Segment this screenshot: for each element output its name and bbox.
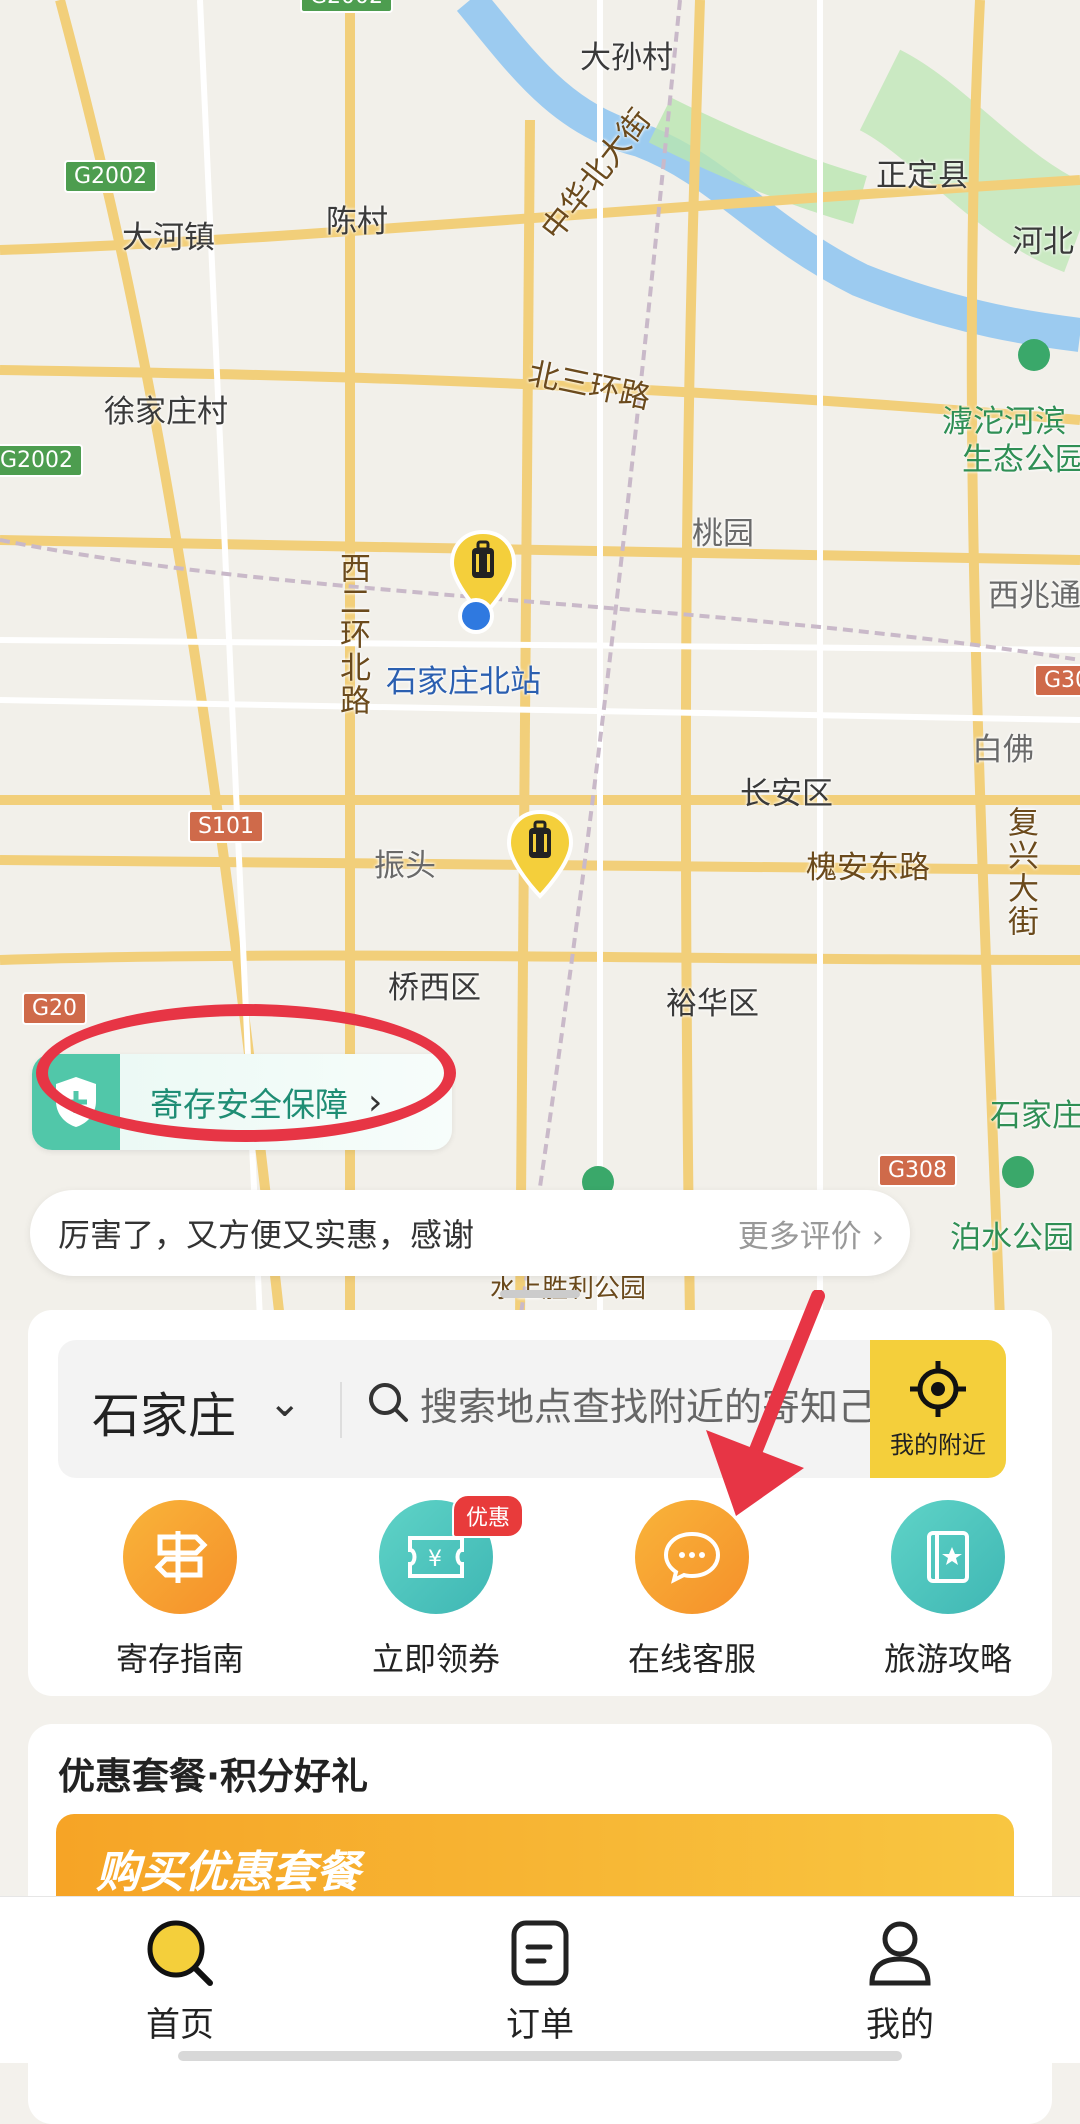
storage-location-pin[interactable] xyxy=(505,810,575,902)
promo-title: 优惠套餐·积分好礼 xyxy=(58,1755,369,1798)
search-icon xyxy=(369,1383,408,1422)
shortcut-label: 寄存指南 xyxy=(115,1640,244,1678)
shortcut-label: 立即领券 xyxy=(371,1640,500,1678)
shortcut-travel-guide[interactable]: 旅游攻略 xyxy=(838,1500,1058,1680)
map-label: 正定县 xyxy=(876,158,969,194)
tab-home[interactable]: 首页 xyxy=(80,1917,280,2046)
annotation-circle xyxy=(36,1004,456,1142)
road-label: 复兴大街 xyxy=(1002,806,1038,938)
review-banner[interactable]: 厉害了，又方便又实惠，感谢 更多评价 › xyxy=(30,1190,910,1276)
locate-icon xyxy=(910,1360,966,1417)
divider xyxy=(340,1382,342,1438)
map-label: 桃园 xyxy=(692,516,754,552)
home-indicator xyxy=(178,2051,902,2061)
guidebook-icon xyxy=(891,1500,1005,1614)
station-label: 石家庄北站 xyxy=(386,664,541,700)
drawer-handle[interactable] xyxy=(500,1290,580,1298)
chevron-down-icon[interactable]: ⌄ xyxy=(268,1380,302,1426)
annotation-arrow xyxy=(706,1290,825,1516)
shortcut-label: 旅游攻略 xyxy=(883,1640,1012,1678)
more-reviews-link[interactable]: 更多评价 › xyxy=(738,1211,884,1256)
nearby-label: 我的附近 xyxy=(890,1430,986,1459)
road-label: 槐安东路 xyxy=(806,850,930,886)
nearby-button[interactable]: 我的附近 xyxy=(870,1340,1006,1478)
tab-label: 首页 xyxy=(146,2005,214,2045)
bottom-tab-bar: 首页 订单 我的 xyxy=(0,1896,1080,2063)
shortcut-storage-guide[interactable]: 寄存指南 xyxy=(70,1500,290,1680)
map-label: 白佛 xyxy=(972,732,1034,768)
highway-shield: G2002 xyxy=(64,160,158,193)
discount-badge: 优惠 xyxy=(452,1494,525,1538)
map-label: 泊水公园 xyxy=(950,1220,1074,1256)
search-panel: 石家庄 ⌄ 我的附近 寄存指南 ¥ 优惠 立即领券 xyxy=(28,1310,1052,1696)
home-search-icon xyxy=(147,1920,213,1986)
map-label: 西兆通 xyxy=(988,578,1080,614)
map-label: 大河镇 xyxy=(122,220,215,256)
tab-label: 订单 xyxy=(506,2005,574,2045)
svg-text:¥: ¥ xyxy=(428,1547,442,1572)
review-text: 厉害了，又方便又实惠，感谢 xyxy=(58,1216,475,1254)
shortcut-get-coupon[interactable]: ¥ 优惠 立即领券 xyxy=(326,1494,546,1680)
highway-shield: G2002 xyxy=(0,444,84,477)
map-label: 河北 xyxy=(1012,224,1074,260)
highway-shield: G30 xyxy=(1034,664,1080,697)
shortcut-label: 在线客服 xyxy=(627,1640,756,1678)
order-icon xyxy=(511,1920,569,1986)
highway-shield: S101 xyxy=(188,810,264,843)
map-label: 徐家庄村 xyxy=(104,394,228,430)
tab-label: 我的 xyxy=(866,2005,934,2045)
tab-profile[interactable]: 我的 xyxy=(800,1917,1000,2046)
map-label: 生态公园 xyxy=(962,442,1080,478)
road-label: 西二环北路 xyxy=(334,552,370,717)
promo-banner-text: 购买优惠套餐 xyxy=(96,1847,360,1898)
tab-orders[interactable]: 订单 xyxy=(440,1917,640,2046)
city-selector[interactable]: 石家庄 xyxy=(92,1376,236,1446)
map-label: 裕华区 xyxy=(666,986,759,1022)
highway-shield: G20 xyxy=(22,992,88,1025)
map-label: 陈村 xyxy=(326,204,388,240)
highway-shield: G308 xyxy=(878,1154,958,1187)
map-label: 桥西区 xyxy=(388,970,481,1006)
search-bar: 石家庄 ⌄ 我的附近 xyxy=(58,1340,1006,1478)
station-marker-icon xyxy=(458,598,494,634)
signpost-icon xyxy=(123,1500,237,1614)
map-label: 振头 xyxy=(374,848,436,884)
map-label: 长安区 xyxy=(740,776,833,812)
map-label: 石家庄 xyxy=(990,1098,1080,1134)
profile-icon xyxy=(869,1921,931,1986)
highway-shield: G2002 xyxy=(300,0,394,13)
map-label: 大孙村 xyxy=(580,40,673,76)
